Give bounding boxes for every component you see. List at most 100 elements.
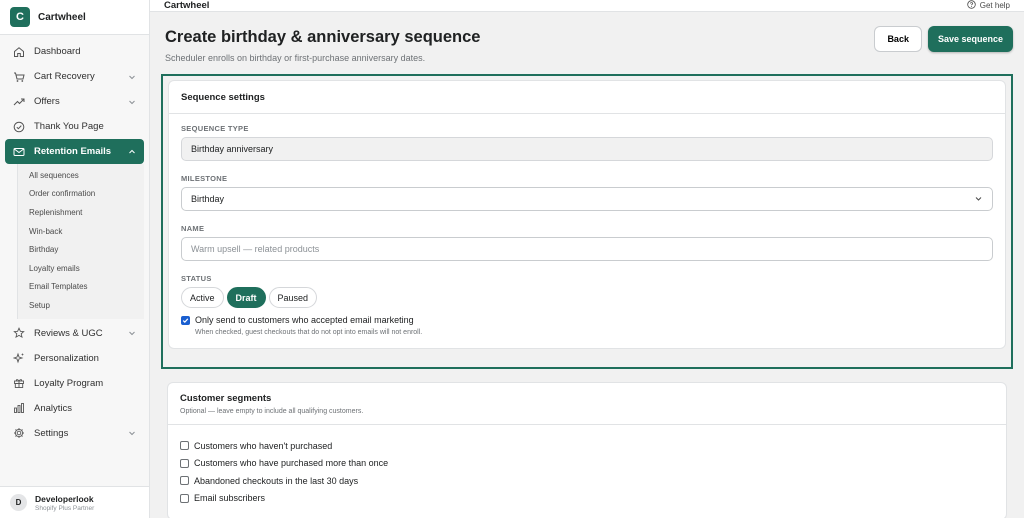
- segment-label: Customers who have purchased more than o…: [194, 458, 389, 469]
- page-header: Create birthday & anniversary sequence S…: [161, 26, 1013, 70]
- sidebar-item-offers[interactable]: Offers: [5, 89, 144, 114]
- chevron-down-icon: [974, 194, 983, 205]
- account-switcher[interactable]: D Developerlook Shopify Plus Partner: [0, 486, 149, 518]
- sequence-type-label: SEQUENCE TYPE: [181, 124, 249, 133]
- gift-icon: [13, 377, 25, 389]
- star-icon: [13, 327, 25, 339]
- sidebar-item-thank-you-page[interactable]: Thank You Page: [5, 114, 144, 139]
- sidebar-item-analytics[interactable]: Analytics: [5, 396, 144, 421]
- segment-label: Abandoned checkouts in the last 30 days: [194, 475, 359, 486]
- brand-name: Cartwheel: [38, 11, 86, 23]
- milestone-label: MILESTONE: [181, 174, 228, 183]
- sidebar-item-label: Thank You Page: [34, 121, 104, 132]
- page-title: Create birthday & anniversary sequence: [165, 28, 481, 46]
- customer-segments-card: Customer segments Optional — leave empty…: [167, 382, 1007, 518]
- sidebar-item-label: Offers: [34, 96, 60, 107]
- sidebar-item-retention-emails[interactable]: Retention Emails: [5, 139, 144, 164]
- name-input[interactable]: Warm upsell — related products: [181, 237, 993, 261]
- subnav-item-setup[interactable]: Setup: [18, 296, 144, 315]
- sidebar-item-loyalty-program[interactable]: Loyalty Program: [5, 371, 144, 396]
- status-option-paused[interactable]: Paused: [268, 287, 318, 308]
- bar-chart-icon: [13, 402, 25, 414]
- sidebar-item-label: Analytics: [34, 402, 73, 414]
- page-subtitle: Scheduler enrolls on birthday or first-p…: [165, 53, 426, 63]
- checkmark-icon: [182, 318, 189, 323]
- trend-icon: [13, 96, 25, 108]
- consent-checkbox[interactable]: [181, 316, 190, 325]
- milestone-select[interactable]: Birthday: [181, 187, 993, 211]
- get-help-link[interactable]: Get help: [967, 0, 1010, 11]
- sequence-settings-card: Sequence settings SEQUENCE TYPE Birthday…: [168, 80, 1006, 349]
- status-option-draft[interactable]: Draft: [226, 287, 266, 308]
- help-icon: [967, 0, 976, 11]
- account-plan: Shopify Plus Partner: [35, 504, 95, 512]
- get-help-label: Get help: [979, 1, 1010, 10]
- sidebar: C Cartwheel Dashboard Cart Recovery Offe…: [0, 0, 150, 518]
- sidebar-nav: Dashboard Cart Recovery Offers Thank You…: [0, 35, 149, 518]
- sidebar-item-cart-recovery[interactable]: Cart Recovery: [5, 64, 144, 89]
- milestone-value: Birthday: [191, 194, 225, 204]
- consent-help: When checked, guest checkouts that do no…: [195, 329, 423, 336]
- chevron-down-icon: [128, 98, 136, 106]
- brand-logo: C: [10, 7, 30, 27]
- subnav-item-birthday[interactable]: Birthday: [18, 240, 144, 259]
- status-label: STATUS: [181, 274, 212, 283]
- sparkle-icon: [13, 352, 25, 364]
- list-item: Email subscribers: [180, 490, 994, 508]
- retention-emails-subnav: All sequences Order confirmation Repleni…: [17, 164, 144, 319]
- mail-icon: [13, 146, 25, 158]
- segment-label: Email subscribers: [194, 493, 266, 504]
- sidebar-item-personalization[interactable]: Personalization: [5, 346, 144, 371]
- subnav-item-loyalty-emails[interactable]: Loyalty emails: [18, 259, 144, 278]
- avatar: D: [10, 494, 27, 511]
- sidebar-item-label: Cart Recovery: [34, 71, 95, 82]
- home-icon: [13, 46, 25, 58]
- consent-checkbox-row: Only send to customers who accepted emai…: [181, 315, 993, 336]
- status-segmented: Active Draft Paused: [181, 287, 993, 308]
- customer-segments-title: Customer segments: [180, 393, 272, 404]
- topbar: Cartwheel Get help: [150, 0, 1024, 12]
- subnav-item-replenishment[interactable]: Replenishment: [18, 203, 144, 222]
- segment-checkbox[interactable]: [180, 441, 189, 451]
- sidebar-item-dashboard[interactable]: Dashboard: [5, 39, 144, 64]
- page-content: Create birthday & anniversary sequence S…: [150, 12, 1024, 518]
- sequence-type-value: Birthday anniversary: [191, 144, 274, 154]
- status-option-active[interactable]: Active: [181, 287, 224, 308]
- page-actions: Back Save sequence: [874, 26, 1013, 52]
- sidebar-item-label: Settings: [34, 427, 69, 439]
- chevron-down-icon: [128, 73, 136, 81]
- check-circle-icon: [13, 121, 25, 133]
- name-label: NAME: [181, 224, 205, 233]
- segment-checkbox[interactable]: [180, 493, 189, 503]
- segment-list: Customers who haven't purchased Customer…: [168, 425, 1006, 518]
- segment-label: Customers who haven't purchased: [194, 440, 333, 451]
- brand: C Cartwheel: [0, 0, 149, 35]
- sidebar-item-settings[interactable]: Settings: [5, 421, 144, 446]
- name-placeholder: Warm upsell — related products: [191, 244, 320, 254]
- cart-icon: [13, 71, 25, 83]
- topbar-title: Cartwheel: [164, 0, 210, 11]
- main: Cartwheel Get help Create birthday & ann…: [150, 0, 1024, 518]
- list-item: Abandoned checkouts in the last 30 days: [180, 472, 994, 490]
- segment-checkbox[interactable]: [180, 458, 189, 468]
- sequence-settings-title: Sequence settings: [169, 81, 1005, 114]
- subnav-item-order-confirmation[interactable]: Order confirmation: [18, 185, 144, 204]
- chevron-down-icon: [128, 329, 136, 337]
- sidebar-item-label: Personalization: [34, 352, 99, 364]
- subnav-item-email-templates[interactable]: Email Templates: [18, 278, 144, 297]
- sidebar-item-label: Loyalty Program: [34, 377, 104, 389]
- sidebar-item-label: Dashboard: [34, 46, 81, 57]
- sidebar-item-label: Reviews & UGC: [34, 327, 103, 339]
- segment-checkbox[interactable]: [180, 476, 189, 486]
- chevron-down-icon: [128, 429, 136, 437]
- subnav-item-win-back[interactable]: Win-back: [18, 222, 144, 241]
- consent-label: Only send to customers who accepted emai…: [195, 315, 414, 325]
- sidebar-item-reviews-ugc[interactable]: Reviews & UGC: [5, 321, 144, 346]
- subnav-item-all-sequences[interactable]: All sequences: [18, 166, 144, 185]
- sidebar-item-label: Retention Emails: [34, 146, 112, 157]
- chevron-up-icon: [128, 148, 136, 156]
- back-button[interactable]: Back: [874, 26, 922, 52]
- save-sequence-button[interactable]: Save sequence: [927, 26, 1013, 52]
- account-name: Developerlook: [35, 493, 94, 504]
- list-item: Customers who haven't purchased: [180, 437, 994, 455]
